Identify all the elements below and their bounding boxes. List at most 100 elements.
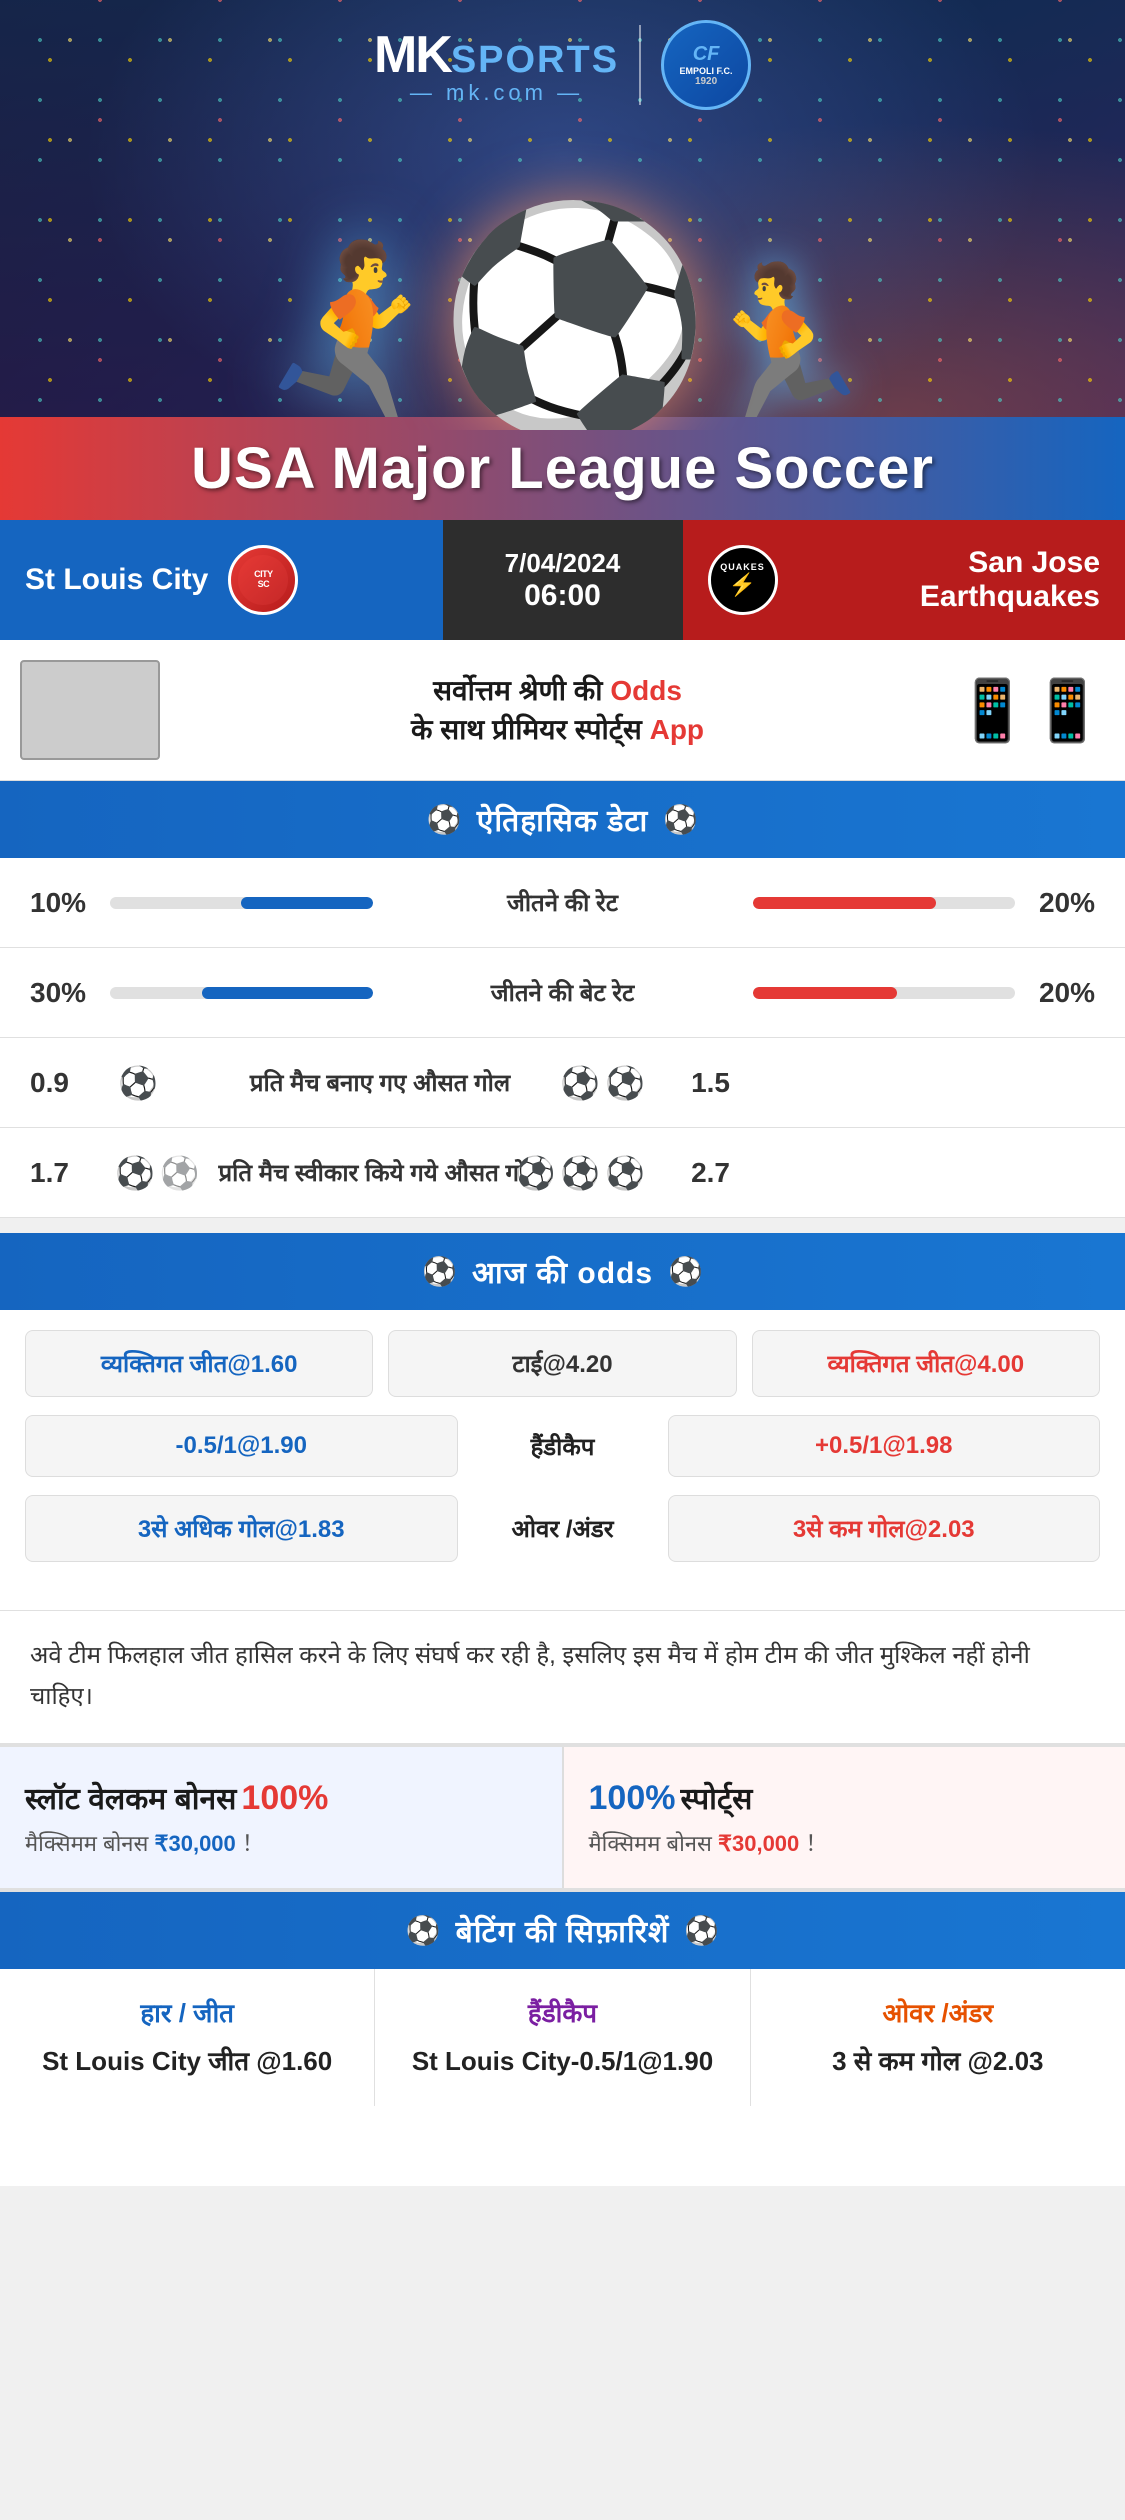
odds-section: व्यक्तिगत जीत@1.60 टाई@4.20 व्यक्तिगत जी… — [0, 1310, 1125, 1610]
rec-row: हार / जीत St Louis City जीत @1.60 हैंडीक… — [0, 1969, 1125, 2106]
stat-row-goals-conceded: 1.7 ⚽ ⚽ प्रति मैच स्वीकार किये गये औसत ग… — [0, 1128, 1125, 1218]
bonus-right[interactable]: 100% स्पोर्ट्स मैक्सिमम बोनस ₹30,000 ！ — [564, 1747, 1125, 1888]
stat-winrate-bar-left — [110, 897, 373, 909]
historical-section-title: ऐतिहासिक डेटा — [477, 799, 649, 840]
rec-ball-icon-right: ⚽ — [684, 1914, 719, 1947]
quakes-text: QUAKES — [720, 562, 765, 572]
rec-winlose-title: हार / जीत — [20, 1994, 354, 2030]
empoli-badge: CF EMPOLI F.C. 1920 — [661, 20, 751, 110]
team-left-name: St Louis City — [25, 563, 208, 597]
stat-winrate-label: जीतने की रेट — [393, 886, 733, 919]
odds-win-left[interactable]: व्यक्तिगत जीत@1.60 — [25, 1330, 373, 1397]
bonus-right-subtitle-row: मैक्सिमम बोनस ₹30,000 ！ — [589, 1826, 828, 1858]
rec-handicap-title: हैंडीकैप — [395, 1994, 729, 2030]
bonus-sports-subtitle: मैक्सिमम बोनस — [589, 1831, 712, 1856]
historical-ball-icon-right: ⚽ — [663, 803, 698, 836]
stat-winrate-left-val: 10% — [30, 887, 110, 919]
bonus-sports-suffix: ！ — [805, 1831, 827, 1856]
odds-handicap-left[interactable]: -0.5/1@1.90 — [25, 1415, 458, 1477]
empoli-name: EMPOLI F.C. — [680, 66, 733, 76]
goals-conceded-right-ball-3: ⚽ — [605, 1154, 645, 1192]
analysis-text: अवे टीम फिलहाल जीत हासिल करने के लिए संघ… — [30, 1636, 1095, 1718]
bonus-slot-percent: 100% — [241, 1779, 328, 1818]
bonus-slot-suffix: ！ — [242, 1831, 264, 1856]
odds-under-right[interactable]: 3से कम गोल@2.03 — [668, 1495, 1101, 1562]
stat-betrate-fill-left — [202, 987, 373, 999]
stat-winrate-fill-left — [241, 897, 372, 909]
goals-conceded-ball-1: ⚽ — [115, 1154, 155, 1192]
goals-scored-right-ball-2: ⚽ — [605, 1064, 645, 1102]
goals-conceded-ball-2: ⚽ — [160, 1154, 200, 1192]
match-time: 06:00 — [524, 579, 601, 613]
team-left-section: St Louis City CITYSC — [0, 520, 443, 640]
player-figure-2: ⚽ — [438, 210, 712, 430]
rec-ball-icon-left: ⚽ — [406, 1914, 441, 1947]
historical-ball-icon-left: ⚽ — [427, 803, 462, 836]
goals-conceded-right-ball-2: ⚽ — [560, 1154, 600, 1192]
empoli-cf: CF — [693, 43, 720, 66]
bonus-sports-amount: ₹30,000 — [718, 1831, 799, 1856]
odds-over-left[interactable]: 3से अधिक गोल@1.83 — [25, 1495, 458, 1562]
bonus-section[interactable]: स्लॉट वेलकम बोनस 100% मैक्सिमम बोनस ₹30,… — [0, 1743, 1125, 1892]
logo-divider — [639, 25, 641, 105]
goals-scored-right-ball-1: ⚽ — [560, 1064, 600, 1102]
rec-col-winlose: हार / जीत St Louis City जीत @1.60 — [0, 1969, 375, 2106]
player-figure-1: 🏃 — [244, 250, 468, 430]
stat-goals-conceded-right-val: 2.7 — [650, 1157, 730, 1189]
stat-row-winrate: 10% जीतने की रेट 20% — [0, 858, 1125, 948]
rec-col-overunder: ओवर /अंडर 3 से कम गोल @2.03 — [751, 1969, 1125, 2106]
rec-winlose-value: St Louis City जीत @1.60 — [20, 2042, 354, 2081]
quakes-icon: ⚡ — [729, 572, 756, 598]
mk-sports-logo: MK SPORTS — mk.com — — [374, 25, 619, 106]
odds-handicap-label: हैंडीकैप — [473, 1430, 653, 1463]
bonus-left-title-row: स्लॉट वेलकम बोनस 100% — [25, 1777, 328, 1818]
stat-row-goals-scored: 0.9 ⚽ प्रति मैच बनाए गए औसत गोल ⚽ ⚽ 1.5 — [0, 1038, 1125, 1128]
sports-brand-text: SPORTS — [451, 39, 619, 82]
stat-betrate-label: जीतने की बेट रेट — [393, 976, 733, 1009]
bonus-left[interactable]: स्लॉट वेलकम बोनस 100% मैक्सिमम बोनस ₹30,… — [0, 1747, 564, 1888]
logo-area: MK SPORTS — mk.com — CF EMPOLI F.C. 1920 — [0, 20, 1125, 110]
stat-goals-scored-left-val: 0.9 — [30, 1067, 110, 1099]
rec-section-title: बेटिंग की सिफ़ारिशें — [456, 1910, 670, 1951]
historical-section-header: ⚽ ऐतिहासिक डेटा ⚽ — [0, 781, 1125, 858]
promo-line1: सर्वोत्तम श्रेणी की — [433, 675, 602, 706]
odds-handicap-right[interactable]: +0.5/1@1.98 — [668, 1415, 1101, 1477]
promo-text-area: सर्वोत्तम श्रेणी की Odds के साथ प्रीमियर… — [180, 671, 935, 749]
odds-win-right[interactable]: व्यक्तिगत जीत@4.00 — [752, 1330, 1100, 1397]
promo-banner[interactable]: सर्वोत्तम श्रेणी की Odds के साथ प्रीमियर… — [0, 640, 1125, 781]
analysis-section: अवे टीम फिलहाल जीत हासिल करने के लिए संघ… — [0, 1610, 1125, 1743]
team-right-section: QUAKES ⚡ San Jose Earthquakes — [683, 520, 1125, 640]
stat-goals-scored-label: प्रति मैच बनाए गए औसत गोल — [210, 1066, 550, 1099]
odds-tie[interactable]: टाई@4.20 — [388, 1330, 736, 1397]
bonus-slot-amount: ₹30,000 — [154, 1831, 235, 1856]
rec-section-header: ⚽ बेटिंग की सिफ़ारिशें ⚽ — [0, 1892, 1125, 1969]
bonus-slot-title: स्लॉट वेलकम बोनस — [25, 1777, 236, 1818]
match-bar: St Louis City CITYSC 7/04/2024 06:00 QUA… — [0, 520, 1125, 640]
stat-betrate-bar-left — [110, 987, 373, 999]
goals-scored-ball-1: ⚽ — [118, 1064, 158, 1102]
promo-phones: 📱📱 — [955, 675, 1105, 746]
promo-line2: के साथ प्रीमियर स्पोर्ट्स — [411, 714, 642, 745]
match-date: 7/04/2024 — [505, 548, 621, 579]
bonus-slot-subtitle: मैक्सिमम बोनस — [25, 1831, 148, 1856]
promo-app: App — [650, 714, 704, 745]
bonus-left-subtitle-row: मैक्सिमम बोनस ₹30,000 ！ — [25, 1826, 264, 1858]
odds-ball-icon-left: ⚽ — [422, 1255, 457, 1288]
recommendations-section: हार / जीत St Louis City जीत @1.60 हैंडीक… — [0, 1969, 1125, 2146]
quakes-badge: QUAKES ⚡ — [708, 545, 778, 615]
promo-highlight: Odds — [610, 675, 682, 706]
league-title-bar: USA Major League Soccer — [0, 417, 1125, 520]
bottom-spacer — [0, 2146, 1125, 2186]
stat-betrate-fill-right — [753, 987, 897, 999]
brand-url: — mk.com — — [410, 80, 583, 106]
odds-ball-icon-right: ⚽ — [668, 1255, 703, 1288]
stat-winrate-fill-right — [753, 897, 937, 909]
odds-section-title: आज की odds — [472, 1251, 653, 1292]
rec-overunder-title: ओवर /अंडर — [771, 1994, 1105, 2030]
promo-image-placeholder — [20, 660, 160, 760]
stats-section: 10% जीतने की रेट 20% 30% जीतने की बेट रे… — [0, 858, 1125, 1218]
header-banner: MK SPORTS — mk.com — CF EMPOLI F.C. 1920… — [0, 0, 1125, 520]
odds-section-header: ⚽ आज की odds ⚽ — [0, 1233, 1125, 1310]
mk-brand-text: MK — [374, 25, 451, 85]
stat-goals-conceded-left-val: 1.7 — [30, 1157, 110, 1189]
